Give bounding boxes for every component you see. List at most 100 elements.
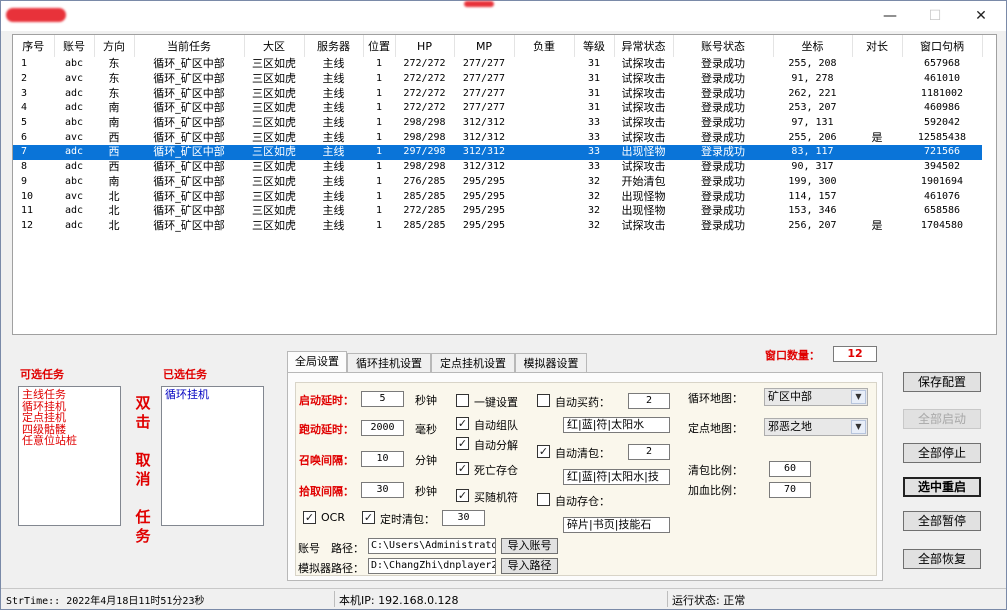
table-row[interactable]: 6 avc 西 循环_矿区中部 三区如虎 主线 1 298/298 312/312 33 试探攻击 登… — [13, 130, 982, 145]
tab-fixed[interactable]: 定点挂机设置 — [431, 353, 515, 373]
selected-tasks-list[interactable]: 循环挂机 — [161, 386, 264, 526]
account-table[interactable]: 序号 账号 方向 当前任务 大区 服务器 位置 HP MP 负重 等级 异常状态 账号状态 坐标 对长 窗口句… — [12, 34, 997, 335]
column-header[interactable]: 窗口句柄 — [902, 35, 983, 57]
auto-buy-potion-input[interactable]: 2 — [628, 393, 670, 409]
hp-ratio-input[interactable]: 70 — [769, 482, 811, 498]
empty-cell — [614, 248, 673, 263]
auto-decompose-checkbox[interactable]: ✓ — [456, 437, 469, 450]
table-cell: 33 — [587, 117, 601, 129]
buy-charm-checkbox[interactable]: ✓ — [456, 489, 469, 502]
list-item[interactable]: 任意位站桩 — [22, 435, 117, 447]
auto-clean-checkbox[interactable]: ✓ — [537, 445, 550, 458]
table-row[interactable]: 4 adc 南 循环_矿区中部 三区如虎 主线 1 272/272 277/277 31 试探攻击 登… — [13, 101, 982, 116]
list-item[interactable]: 定点挂机 — [22, 412, 117, 424]
minimize-button[interactable]: — — [868, 4, 912, 28]
table-row[interactable]: 5 abc 南 循环_矿区中部 三区如虎 主线 1 298/298 312/312 33 试探攻击 登… — [13, 116, 982, 131]
column-header[interactable]: 当前任务 — [134, 35, 245, 57]
empty-cell — [94, 292, 134, 307]
resume-all-button[interactable]: 全部恢复 — [903, 549, 981, 569]
run-delay-unit: 毫秒 — [415, 423, 437, 436]
tab-global[interactable]: 全局设置 — [287, 351, 347, 373]
pickup-interval-input[interactable]: 30 — [361, 482, 404, 498]
column-header[interactable]: 服务器 — [304, 35, 364, 57]
start-all-button[interactable]: 全部启动 — [903, 409, 981, 429]
table-cell: 285/285 — [403, 219, 446, 231]
list-item[interactable]: 循环挂机 — [165, 389, 260, 401]
empty-cell — [13, 277, 54, 292]
save-config-button[interactable]: 保存配置 — [903, 372, 981, 392]
table-cell: 1901694 — [920, 175, 964, 187]
table-cell: 南 — [108, 174, 120, 188]
table-cell: 298/298 — [403, 161, 446, 173]
hp-ratio-label: 加血比例： — [688, 484, 743, 497]
close-button[interactable]: ✕ — [959, 4, 1003, 28]
table-cell: 461010 — [923, 73, 961, 85]
table-row[interactable]: 1 abc 东 循环_矿区中部 三区如虎 主线 1 272/272 277/277 31 试探攻击 登… — [13, 57, 982, 72]
list-item[interactable]: 主线任务 — [22, 389, 117, 401]
restart-selected-button[interactable]: 选中重启 — [903, 477, 981, 497]
fixed-map-select[interactable]: 邪恶之地 ▼ — [764, 418, 868, 436]
stop-all-button[interactable]: 全部停止 — [903, 443, 981, 463]
auto-team-checkbox[interactable]: ✓ — [456, 417, 469, 430]
column-header[interactable]: 方向 — [94, 35, 135, 57]
auto-clean-input[interactable]: 2 — [628, 444, 670, 460]
summon-interval-input[interactable]: 10 — [361, 451, 404, 467]
maximize-button[interactable]: ☐ — [913, 4, 957, 28]
empty-cell — [363, 307, 395, 322]
available-tasks-list[interactable]: 主线任务 循环挂机 定点挂机 四级骷髅 任意位站桩 — [18, 386, 121, 526]
tab-loop[interactable]: 循环挂机设置 — [347, 353, 431, 373]
column-header[interactable]: 账号 — [54, 35, 95, 57]
import-path-button[interactable]: 导入路径 — [501, 558, 558, 574]
empty-cell — [852, 292, 902, 307]
table-row[interactable]: 9 abc 南 循环_矿区中部 三区如虎 主线 1 276/285 295/295 32 开始清包 登… — [13, 175, 982, 190]
empty-cell — [363, 263, 395, 278]
timed-clean-checkbox[interactable]: ✓ — [362, 511, 375, 524]
auto-buy-potion-checkbox[interactable] — [537, 394, 550, 407]
column-header[interactable]: 位置 — [363, 35, 396, 57]
empty-cell — [574, 307, 614, 322]
auto-store-checkbox[interactable] — [537, 493, 550, 506]
table-cell — [852, 204, 902, 219]
column-header[interactable]: 等级 — [574, 35, 615, 57]
account-path-input[interactable]: C:\Users\Administrato — [368, 538, 496, 554]
tab-emulator[interactable]: 模拟器设置 — [515, 353, 587, 373]
pause-all-button[interactable]: 全部暂停 — [903, 511, 981, 531]
table-cell: 295/295 — [462, 190, 506, 202]
column-header[interactable]: 大区 — [244, 35, 305, 57]
start-delay-input[interactable]: 5 — [361, 391, 404, 407]
empty-cell — [574, 233, 614, 248]
auto-buy-potion-items[interactable]: 红|蓝|符|太阳水 — [563, 417, 670, 433]
loop-map-select[interactable]: 矿区中部 ▼ — [764, 388, 868, 406]
column-header[interactable]: HP — [395, 35, 455, 57]
auto-store-label: 自动存仓： — [555, 495, 610, 508]
column-header[interactable]: 异常状态 — [614, 35, 674, 57]
auto-store-items[interactable]: 碎片|书页|技能石 — [563, 517, 670, 533]
column-header[interactable]: 账号状态 — [673, 35, 774, 57]
ocr-checkbox[interactable]: ✓ — [303, 511, 316, 524]
timed-clean-input[interactable]: 30 — [442, 510, 485, 526]
column-header[interactable]: 负重 — [514, 35, 575, 57]
table-row[interactable]: 10 avc 北 循环_矿区中部 三区如虎 主线 1 285/285 295/295 32 出现怪物… — [13, 189, 982, 204]
run-delay-input[interactable]: 2000 — [361, 420, 404, 436]
table-row[interactable]: 8 adc 西 循环_矿区中部 三区如虎 主线 1 298/298 312/312 33 试探攻击 登… — [13, 160, 982, 175]
death-save-checkbox[interactable]: ✓ — [456, 462, 469, 475]
table-row[interactable]: 3 adc 东 循环_矿区中部 三区如虎 主线 1 272/272 277/277 31 试探攻击 登… — [13, 86, 982, 101]
auto-clean-label: 自动清包： — [555, 447, 610, 460]
table-row[interactable]: 7 adc 西循环_矿区中部 三区如虎 主线 1 297/298 312/312 33 出现怪物登… — [13, 145, 982, 160]
table-row[interactable]: 12 adc 北 循环_矿区中部 三区如虎 主线 1 285/285 295/295 32 试探攻击… — [13, 219, 982, 234]
column-header[interactable]: 对长 — [852, 35, 903, 57]
one-key-checkbox[interactable] — [456, 394, 469, 407]
empty-cell — [304, 248, 363, 263]
auto-clean-items[interactable]: 红|蓝|符|太阳水|技 — [563, 469, 670, 485]
table-row[interactable]: 11 adc 北 循环_矿区中部 三区如虎 主线 1 272/285 295/295 32 出现怪物… — [13, 204, 982, 219]
emulator-path-input[interactable]: D:\ChangZhi\dnplayer2 — [368, 558, 496, 574]
column-header[interactable]: 序号 — [13, 35, 55, 57]
column-header[interactable]: MP — [454, 35, 515, 57]
column-header[interactable]: 坐标 — [773, 35, 853, 57]
clean-ratio-input[interactable]: 60 — [769, 461, 811, 477]
empty-cell — [94, 263, 134, 278]
table-cell: 南 — [108, 116, 120, 130]
table-row[interactable]: 2 avc 东 循环_矿区中部 三区如虎 主线 1 272/272 277/277 31 试探攻击 登… — [13, 72, 982, 87]
import-account-button[interactable]: 导入账号 — [501, 538, 558, 554]
table-cell: 33 — [574, 145, 614, 160]
